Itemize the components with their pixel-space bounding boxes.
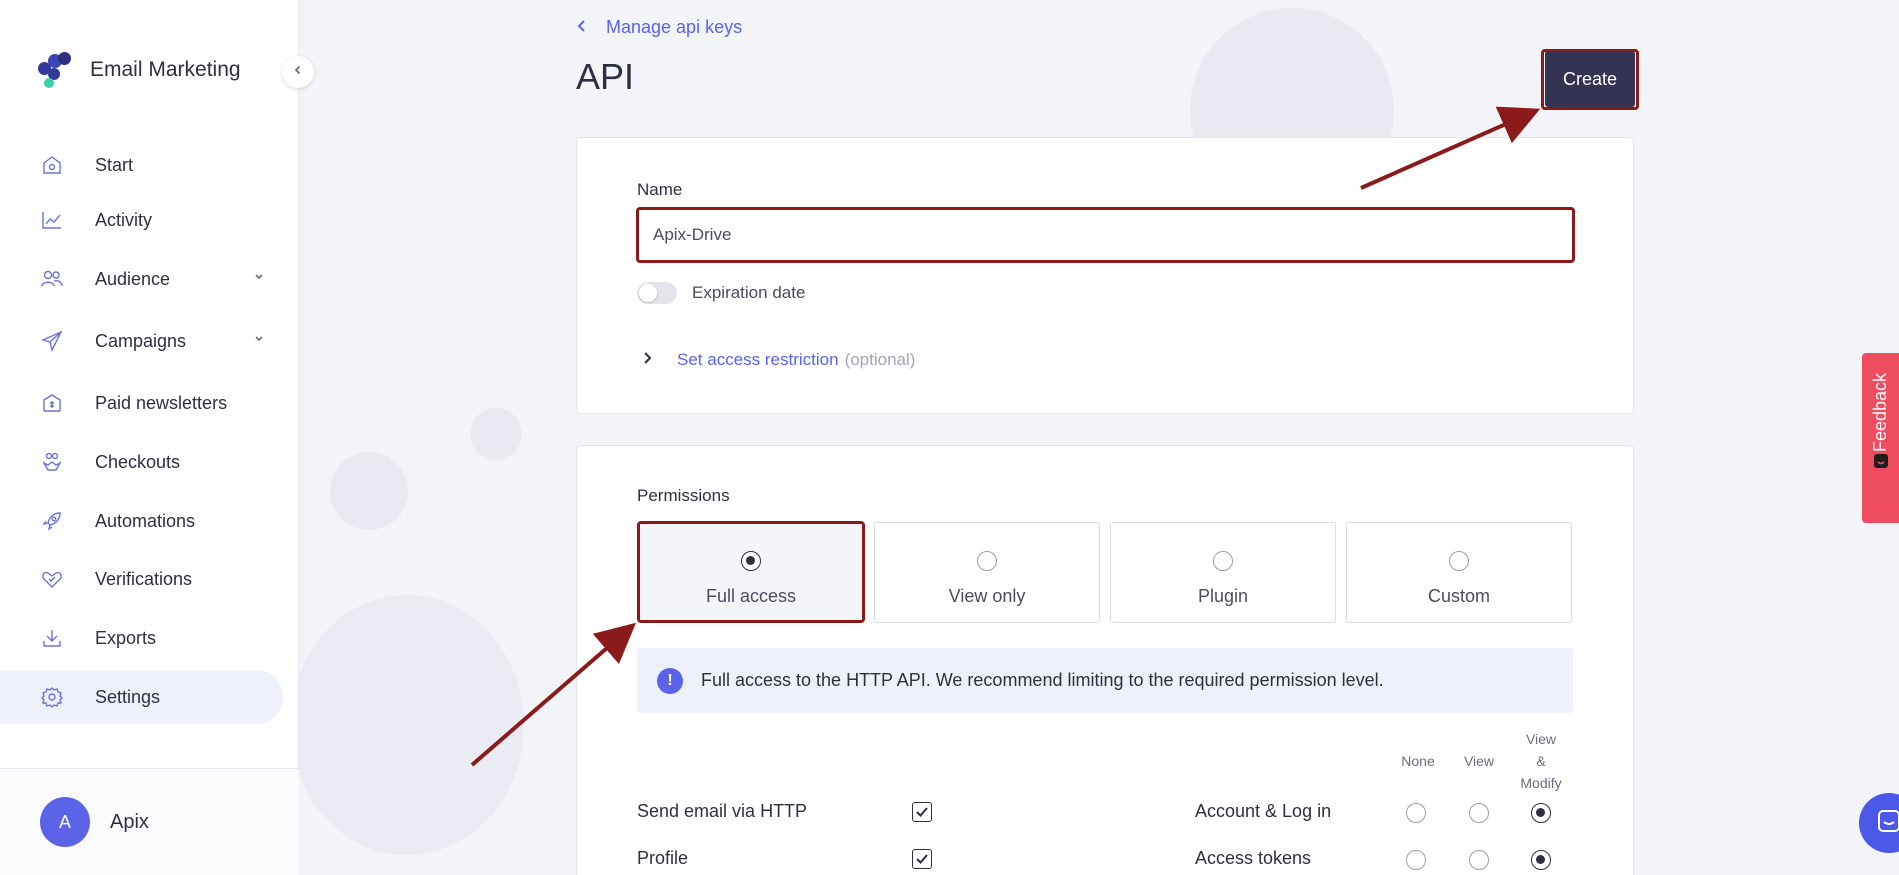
sidebar-item-label: Checkouts — [95, 451, 181, 472]
radio-button — [1213, 551, 1233, 571]
chevron-down-icon — [253, 332, 265, 350]
access-restriction-toggle[interactable]: Set access restriction (optional) — [641, 350, 915, 370]
download-icon — [40, 626, 64, 650]
sidebar-item-label: Settings — [95, 686, 161, 707]
toggle-knob — [639, 284, 657, 302]
background-circle — [330, 452, 408, 530]
sidebar-item-label: Campaigns — [95, 330, 187, 351]
permission-info-text: Full access to the HTTP API. We recommen… — [701, 670, 1384, 690]
chat-icon — [1875, 807, 1899, 840]
avatar: A — [40, 797, 90, 847]
column-header-view-modify: View & Modify — [1520, 731, 1562, 791]
account-login-view-modify-radio[interactable] — [1531, 803, 1551, 823]
permission-option-plugin[interactable]: Plugin — [1110, 522, 1336, 623]
user-name: Apix — [110, 810, 149, 833]
permission-row-label: Access tokens — [1195, 848, 1312, 868]
background-circle — [290, 595, 524, 855]
users-icon — [40, 267, 64, 291]
expiration-date-toggle[interactable] — [637, 282, 677, 304]
access-tokens-view-radio[interactable] — [1469, 850, 1489, 870]
radio-button — [1449, 551, 1469, 571]
sidebar-item-label: Exports — [95, 627, 157, 648]
sidebar-item-label: Paid newsletters — [95, 392, 228, 413]
permission-option-custom[interactable]: Custom — [1346, 522, 1572, 623]
account-login-view-radio[interactable] — [1469, 803, 1489, 823]
create-button[interactable]: Create — [1545, 51, 1635, 107]
back-link-label: Manage api keys — [606, 17, 743, 37]
name-input[interactable] — [637, 209, 1573, 261]
permission-option-full-access[interactable]: Full access — [638, 522, 864, 623]
sidebar-item-label: Audience — [95, 268, 171, 289]
name-label: Name — [637, 180, 683, 199]
sidebar-item-checkouts[interactable]: Checkouts — [0, 435, 283, 489]
permission-row-label: Profile — [637, 848, 689, 868]
sidebar-item-exports[interactable]: Exports — [0, 611, 283, 665]
sidebar-item-label: Verifications — [95, 568, 193, 589]
rocket-icon — [40, 509, 64, 533]
feedback-tab[interactable]: Feedback — [1862, 353, 1899, 523]
chart-line-icon — [40, 208, 64, 232]
sidebar-item-start[interactable]: Start — [0, 138, 283, 192]
expiration-date-label: Expiration date — [692, 283, 806, 302]
sidebar-item-automations[interactable]: Automations — [0, 494, 283, 548]
heart-check-icon — [40, 567, 64, 591]
radio-button — [977, 551, 997, 571]
info-icon: ! — [657, 667, 683, 694]
permission-option-view-only[interactable]: View only — [874, 522, 1100, 623]
sidebar-item-settings[interactable]: Settings — [0, 670, 283, 724]
chevron-right-icon — [641, 350, 653, 370]
radio-button — [741, 551, 761, 571]
column-header-none: None — [1401, 753, 1435, 769]
send-email-checkbox[interactable] — [912, 802, 932, 822]
api-key-details-card — [576, 137, 1634, 414]
brand[interactable]: Email Marketing — [38, 52, 241, 88]
permission-option-label: Custom — [1427, 586, 1490, 606]
permission-row-label: Send email via HTTP — [637, 801, 808, 821]
money-box-icon — [40, 391, 64, 415]
background-circle — [470, 408, 522, 460]
collapse-sidebar-button[interactable] — [282, 56, 314, 88]
permission-option-label: View only — [948, 586, 1026, 606]
profile-checkbox[interactable] — [912, 849, 932, 869]
hand-coins-icon — [40, 450, 64, 474]
permission-option-label: Plugin — [1197, 586, 1249, 606]
gear-icon — [40, 685, 64, 709]
permission-info-banner: ! Full access to the HTTP API. We recomm… — [637, 648, 1573, 713]
access-tokens-none-radio[interactable] — [1406, 850, 1426, 870]
back-link[interactable]: Manage api keys — [576, 17, 742, 38]
sidebar-item-label: Start — [95, 154, 134, 175]
sidebar-item-campaigns[interactable]: Campaigns — [0, 314, 283, 368]
column-header-view: View — [1463, 753, 1495, 769]
sidebar-item-paid-newsletters[interactable]: Paid newsletters — [0, 376, 283, 430]
chat-launcher-button[interactable] — [1859, 793, 1899, 853]
permissions-label: Permissions — [637, 486, 730, 505]
brand-name: Email Marketing — [90, 58, 241, 81]
account-login-none-radio[interactable] — [1406, 803, 1426, 823]
access-restriction-link[interactable]: Set access restriction — [677, 350, 839, 370]
sidebar: Email Marketing Start Activity Audience … — [0, 0, 299, 875]
sidebar-item-verifications[interactable]: Verifications — [0, 552, 283, 606]
permission-row-label: Account & Log in — [1195, 801, 1332, 821]
permission-option-label: Full access — [705, 586, 797, 606]
user-profile[interactable]: A Apix — [0, 768, 299, 875]
sidebar-item-audience[interactable]: Audience — [0, 252, 283, 306]
home-icon — [40, 153, 64, 177]
sidebar-item-label: Activity — [95, 209, 153, 230]
paper-plane-icon — [40, 329, 64, 353]
smiley-icon — [1873, 453, 1889, 474]
chevron-down-icon — [253, 270, 265, 288]
optional-hint: (optional) — [844, 350, 916, 369]
sidebar-item-activity[interactable]: Activity — [0, 193, 283, 247]
feedback-label: Feedback — [1870, 372, 1890, 453]
sidebar-item-label: Automations — [95, 510, 196, 531]
access-tokens-view-modify-radio[interactable] — [1531, 850, 1551, 870]
brand-logo — [38, 52, 72, 88]
chevron-left-icon — [292, 63, 304, 81]
page-title: API — [576, 56, 635, 97]
chevron-left-icon — [576, 17, 588, 38]
